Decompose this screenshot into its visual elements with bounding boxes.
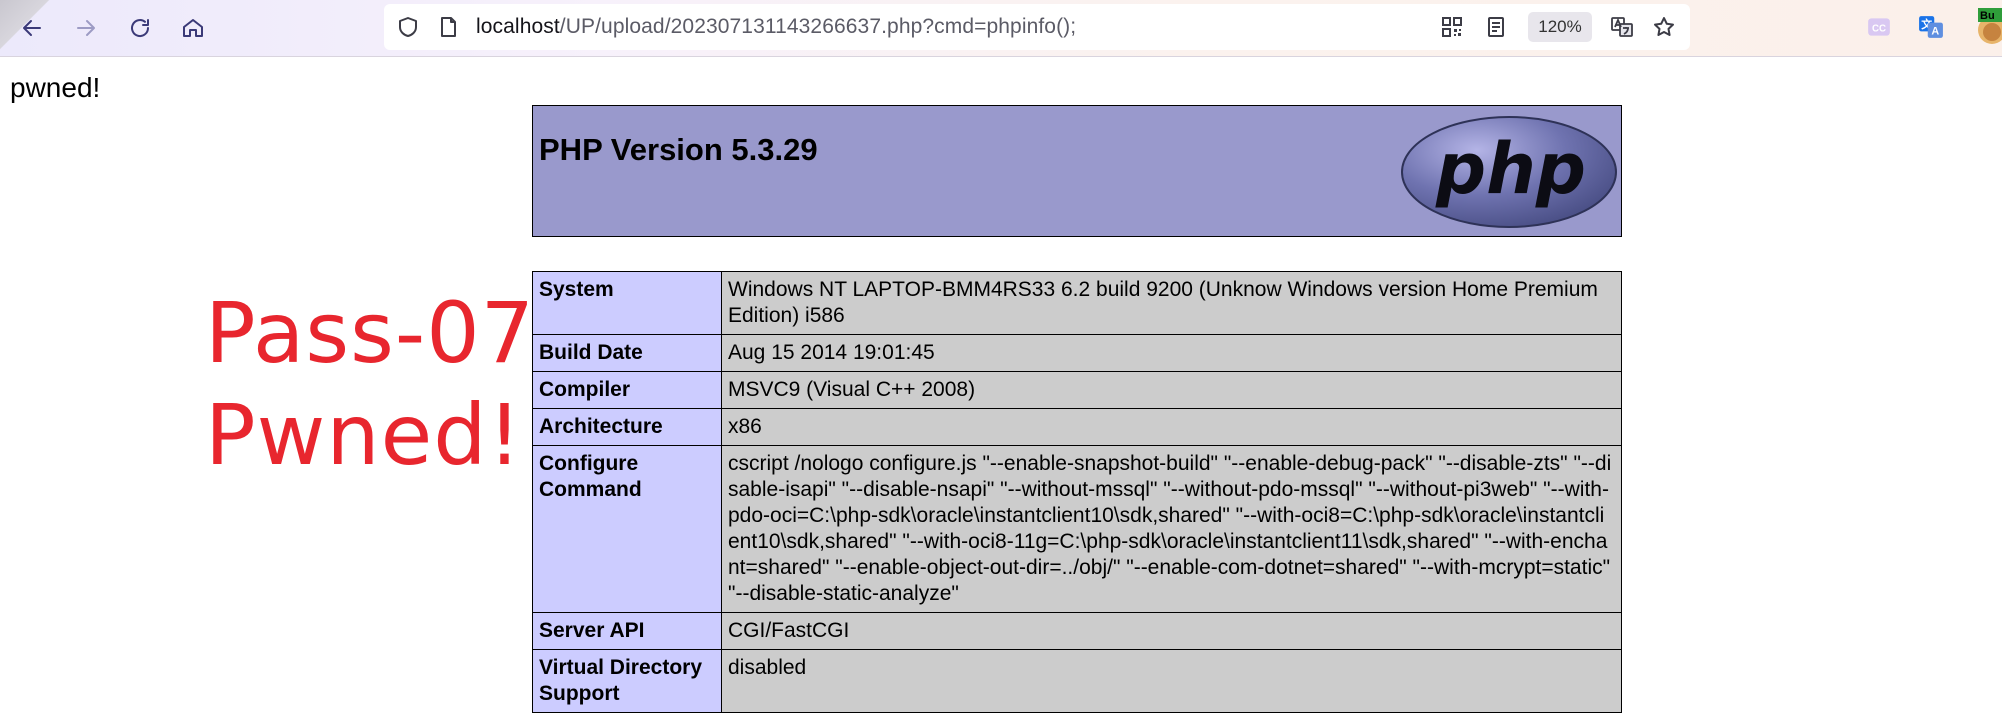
pass-overlay-line1: Pass-07 <box>205 284 536 382</box>
reload-icon <box>131 19 150 37</box>
row-value: Aug 15 2014 19:01:45 <box>721 334 1622 372</box>
url-path: /UP/upload/202307131143266637.php?cmd=ph… <box>559 15 1077 38</box>
svg-text:A: A <box>1931 26 1939 38</box>
reader-view-icon[interactable] <box>1484 15 1508 39</box>
row-key: Architecture <box>532 408 722 446</box>
row-value: x86 <box>721 408 1622 446</box>
extension-translate-icon[interactable]: 文A <box>1918 14 1944 40</box>
php-version-title: PHP Version 5.3.29 <box>539 132 818 167</box>
php-logo[interactable]: php <box>1399 114 1619 230</box>
table-row: Compiler MSVC9 (Visual C++ 2008) <box>532 371 1622 409</box>
table-row: Configure Command cscript /nologo configu… <box>532 445 1622 613</box>
row-value: disabled <box>721 649 1622 713</box>
row-key: Compiler <box>532 371 722 409</box>
browser-toolbar: localhost/UP/upload/202307131143266637.p… <box>0 0 2002 57</box>
bookmark-star-icon[interactable] <box>1652 15 1676 39</box>
row-key: Virtual Directory Support <box>532 649 722 713</box>
forward-button[interactable] <box>66 8 106 48</box>
table-row: Build Date Aug 15 2014 19:01:45 <box>532 334 1622 372</box>
pass-overlay: Pass-07 Pwned! <box>205 282 535 486</box>
row-key: System <box>532 271 722 335</box>
url-bar[interactable]: localhost/UP/upload/202307131143266637.p… <box>384 4 1690 50</box>
page-icon[interactable] <box>436 15 460 39</box>
arrow-left-icon <box>23 20 41 36</box>
arrow-right-icon <box>77 20 95 36</box>
svg-text:CC: CC <box>1872 23 1886 34</box>
php-logo-text: php <box>1435 128 1586 210</box>
phpinfo-table: System Windows NT LAPTOP-BMM4RS33 6.2 bui… <box>532 271 1622 713</box>
table-row: System Windows NT LAPTOP-BMM4RS33 6.2 bui… <box>532 271 1622 335</box>
row-key: Server API <box>532 612 722 650</box>
home-icon <box>183 19 203 37</box>
php-version-header: PHP Version 5.3.29 php <box>532 105 1622 237</box>
back-button[interactable] <box>12 8 52 48</box>
extension-avatar[interactable]: Bu <box>1972 6 2002 46</box>
row-value: Windows NT LAPTOP-BMM4RS33 6.2 build 920… <box>721 271 1622 335</box>
avatar-icon: Bu <box>1978 8 2002 44</box>
table-row: Virtual Directory Support disabled <box>532 649 1622 713</box>
pwned-text: pwned! <box>10 72 101 103</box>
row-value: cscript /nologo configure.js "--enable-s… <box>721 445 1622 613</box>
translate-icon[interactable] <box>1610 15 1634 39</box>
zoom-level-badge[interactable]: 120% <box>1528 12 1592 42</box>
row-key: Build Date <box>532 334 722 372</box>
qr-code-icon[interactable] <box>1440 15 1464 39</box>
row-key: Configure Command <box>532 445 722 613</box>
pass-overlay-line2: Pwned! <box>205 386 523 484</box>
table-row: Server API CGI/FastCGI <box>532 612 1622 650</box>
shield-icon[interactable] <box>396 15 420 39</box>
home-button[interactable] <box>173 8 213 48</box>
reload-button[interactable] <box>120 8 160 48</box>
extension-badge-text: Bu <box>1980 10 1995 22</box>
row-value: CGI/FastCGI <box>721 612 1622 650</box>
row-value: MSVC9 (Visual C++ 2008) <box>721 371 1622 409</box>
table-row: Architecture x86 <box>532 408 1622 446</box>
url-text[interactable]: localhost/UP/upload/202307131143266637.p… <box>476 14 1076 40</box>
extension-cc-icon[interactable]: CC <box>1866 14 1892 40</box>
url-host: localhost <box>476 15 560 38</box>
